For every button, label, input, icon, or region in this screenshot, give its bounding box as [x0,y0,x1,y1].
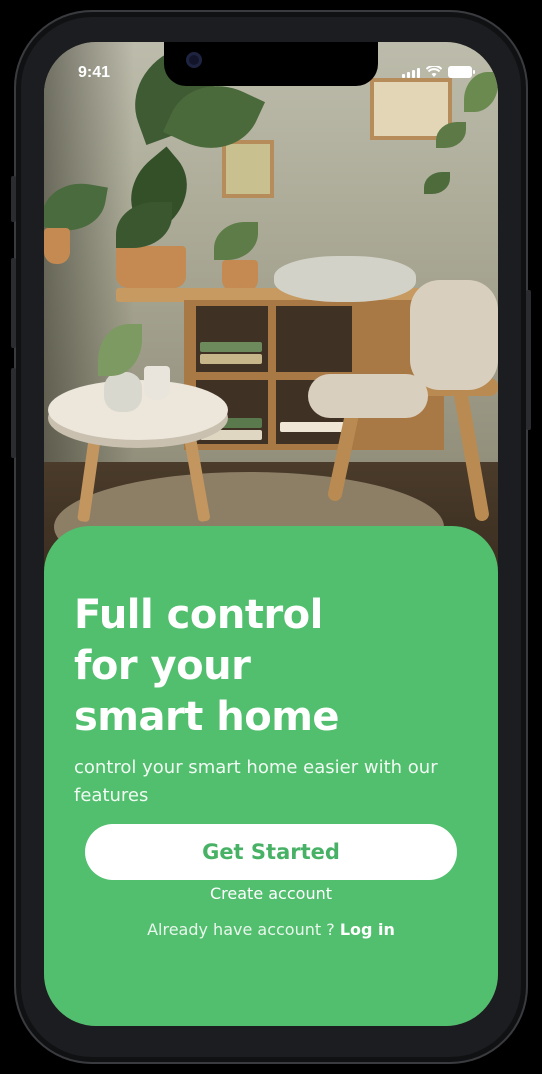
login-prompt-text: Already have account ? [147,920,335,939]
wall-frame-left [222,140,274,198]
power-button [526,290,531,430]
wifi-icon [426,66,442,77]
subtitle: control your smart home easier with our … [74,757,438,806]
get-started-button[interactable]: Get Started [85,824,457,880]
login-prompt: Already have account ? Log in [44,918,498,942]
glass-vase [104,372,142,412]
login-link[interactable]: Log in [340,920,395,939]
planter-box [116,246,186,288]
headline: Full control for your smart home [74,590,434,743]
plant-pot [144,366,170,400]
volume-down-button [11,368,16,458]
status-time: 9:41 [78,64,111,81]
chair-backrest [410,280,498,390]
headline-line-1: Full control [74,592,323,638]
mute-switch [11,176,16,222]
chair-cushion [308,374,428,418]
book [280,422,346,432]
battery-icon [448,66,475,78]
screen: 9:41 Full control for your smart home co… [44,42,498,1026]
book [200,342,262,352]
volume-up-button [11,258,16,348]
front-camera [186,52,202,68]
onboarding-card: Full control for your smart home control… [44,526,498,1026]
headline-line-3: smart home [74,694,340,740]
status-icons [402,66,475,78]
headline-line-2: for your [74,643,251,689]
create-account-link[interactable]: Create account [44,882,498,906]
book [200,430,262,440]
signal-icon [402,68,420,78]
plant-pot [44,228,70,264]
book [200,354,262,364]
pillow [274,256,416,302]
shelf-cubby [276,306,352,372]
